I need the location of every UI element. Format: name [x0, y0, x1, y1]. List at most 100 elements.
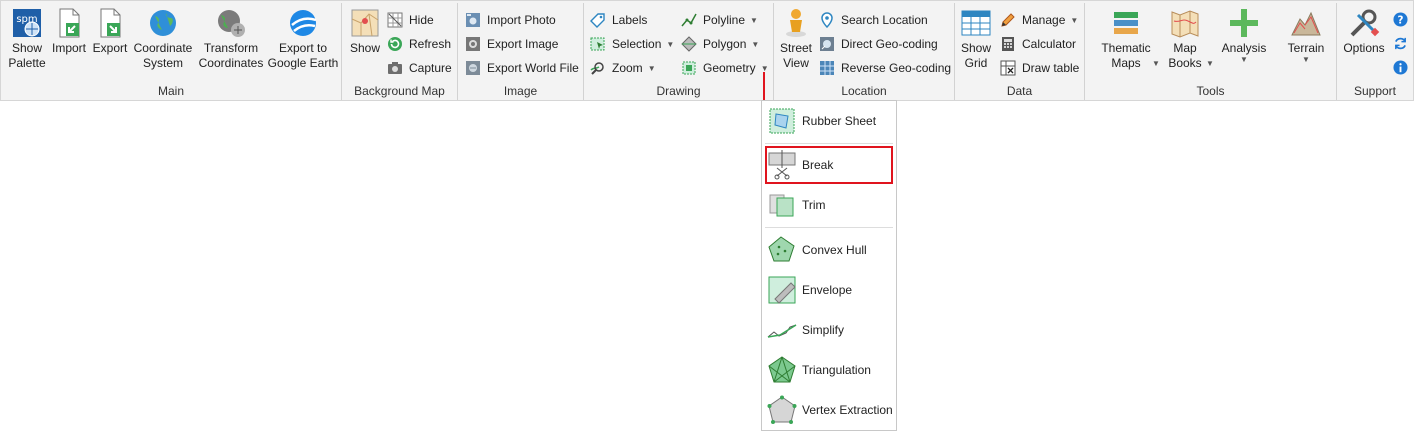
map-books-dropdown[interactable]: Map Books: [1163, 7, 1207, 71]
analysis-dropdown[interactable]: Analysis ▼: [1219, 7, 1269, 64]
hide-button[interactable]: Hide: [387, 9, 434, 31]
import-label: Import: [51, 41, 86, 55]
menu-item-trim[interactable]: Trim: [764, 188, 894, 222]
show-grid-button[interactable]: Show Grid: [957, 7, 995, 71]
polyline-dropdown[interactable]: Polyline ▼: [681, 9, 758, 31]
terrain-dropdown[interactable]: Terrain ▼: [1281, 7, 1331, 64]
trim-icon: [769, 194, 794, 217]
hide-label: Hide: [409, 13, 434, 27]
street-view-person-icon: [786, 9, 806, 37]
group-label-main: Main: [157, 84, 184, 98]
polygon-label: Polygon: [703, 37, 747, 51]
triangulation-icon: [768, 356, 796, 383]
draw-table-button[interactable]: Draw table: [1000, 57, 1079, 79]
direct-geocoding-button[interactable]: Direct Geo-coding: [819, 33, 938, 55]
direct-geocoding-icon: [820, 37, 834, 51]
capture-button[interactable]: Capture: [387, 57, 452, 79]
vertex-extraction-icon: [767, 395, 797, 424]
menu-separator: [765, 227, 893, 228]
street-view-button[interactable]: Street View: [778, 7, 814, 71]
menu-separator: [765, 143, 893, 144]
map-icon: [351, 9, 379, 37]
group-drawing: Labels Selection ▼ Zoom ▼ Polyline ▼ Polygo…: [584, 3, 774, 100]
export-world-file-button[interactable]: Export World File: [465, 57, 579, 79]
chevron-down-icon: ▼: [751, 39, 760, 49]
export-image-button[interactable]: Export Image: [465, 33, 558, 55]
polyline-label: Polyline: [703, 13, 746, 27]
menu-item-vertex-extraction[interactable]: Vertex Extraction: [764, 393, 894, 427]
export-google-earth-label-2: Google Earth: [267, 56, 339, 70]
selection-dropdown[interactable]: Selection ▼: [590, 33, 674, 55]
coordinate-system-button[interactable]: Coordinate System: [132, 7, 194, 71]
refresh-icon: [388, 37, 402, 51]
refresh-button[interactable]: Refresh: [387, 33, 451, 55]
labels-label: Labels: [612, 13, 648, 27]
geometry-dropdown[interactable]: Geometry ▼: [681, 57, 769, 79]
menu-item-simplify[interactable]: Simplify: [764, 313, 894, 347]
menu-item-rubber-sheet[interactable]: Rubber Sheet: [764, 104, 894, 138]
chevron-down-icon: ▼: [647, 63, 656, 73]
update-icon[interactable]: [1393, 36, 1408, 51]
analysis-label: Analysis: [1221, 41, 1267, 55]
info-icon[interactable]: [1393, 60, 1408, 75]
convex-hull-icon: [768, 236, 795, 262]
ribbon: spm Show Palette Import Export Coordinat…: [0, 0, 1414, 101]
export-button[interactable]: Export: [91, 7, 129, 56]
group-background-map: Show Hide Refresh Capture Background Map: [342, 3, 458, 100]
export-world-file-label: Export World File: [487, 61, 579, 75]
envelope-icon: [768, 276, 796, 304]
show-palette-label-1: Show: [11, 41, 43, 55]
transform-globe-icon: [218, 10, 245, 37]
photo-camera-icon: [466, 13, 480, 27]
options-button[interactable]: Options: [1341, 7, 1387, 56]
menu-item-envelope[interactable]: Envelope: [764, 273, 894, 307]
labels-button[interactable]: Labels: [590, 9, 647, 31]
manage-dropdown[interactable]: Manage ▼: [1000, 9, 1078, 31]
globe-icon: [150, 10, 176, 36]
export-image-label: Export Image: [487, 37, 559, 51]
rubber-sheet-icon: [769, 108, 795, 134]
show-background-map-button[interactable]: Show: [346, 7, 384, 56]
export-google-earth-label-1: Export to: [278, 41, 328, 55]
group-label-tools: Tools: [1196, 84, 1225, 98]
group-label-image: Image: [503, 84, 538, 98]
menu-item-label: Rubber Sheet: [802, 114, 877, 128]
export-image-icon: [466, 37, 480, 51]
zoom-dropdown[interactable]: Zoom ▼: [590, 57, 656, 79]
svg-text:?: ?: [1398, 14, 1404, 26]
polygon-icon: [681, 36, 697, 52]
pencil-icon: [1001, 13, 1015, 27]
terrain-label: Terrain: [1287, 41, 1325, 55]
export-google-earth-button[interactable]: Export to Google Earth: [267, 7, 339, 71]
calculator-icon: [1002, 37, 1014, 51]
import-icon: [59, 8, 80, 38]
group-main: spm Show Palette Import Export Coordinat…: [1, 3, 342, 100]
search-location-button[interactable]: Search Location: [819, 9, 928, 31]
import-button[interactable]: Import: [50, 7, 88, 56]
menu-item-label: Vertex Extraction: [802, 403, 893, 417]
help-icon[interactable]: ?: [1393, 12, 1408, 27]
import-photo-button[interactable]: Import Photo: [465, 9, 556, 31]
group-label-data: Data: [1006, 84, 1033, 98]
chevron-down-icon: ▼: [666, 39, 675, 49]
street-view-label-1: Street: [779, 41, 812, 55]
group-label-background-map: Background Map: [354, 84, 445, 98]
import-photo-label: Import Photo: [487, 13, 556, 27]
group-data: Show Grid Manage ▼ Calculator Draw table …: [955, 3, 1085, 100]
map-books-label-2: Books: [1168, 56, 1202, 70]
polygon-dropdown[interactable]: Polygon ▼: [681, 33, 759, 55]
chevron-down-icon: ▼: [1206, 59, 1214, 68]
transform-coordinates-button[interactable]: Transform Coordinates: [198, 7, 264, 71]
menu-item-label: Trim: [802, 198, 826, 212]
chevron-down-icon: ▼: [1240, 55, 1248, 64]
thematic-maps-dropdown[interactable]: Thematic Maps: [1093, 7, 1159, 71]
selection-label: Selection: [612, 37, 662, 51]
show-grid-label-1: Show: [960, 41, 992, 55]
reverse-geocoding-label: Reverse Geo-coding: [841, 61, 952, 75]
menu-item-convex-hull[interactable]: Convex Hull: [764, 233, 894, 267]
reverse-geocoding-button[interactable]: Reverse Geo-coding: [819, 57, 951, 79]
calculator-button[interactable]: Calculator: [1000, 33, 1076, 55]
show-palette-button[interactable]: spm Show Palette: [6, 7, 48, 71]
draw-table-label: Draw table: [1022, 61, 1080, 75]
menu-item-triangulation[interactable]: Triangulation: [764, 353, 894, 387]
